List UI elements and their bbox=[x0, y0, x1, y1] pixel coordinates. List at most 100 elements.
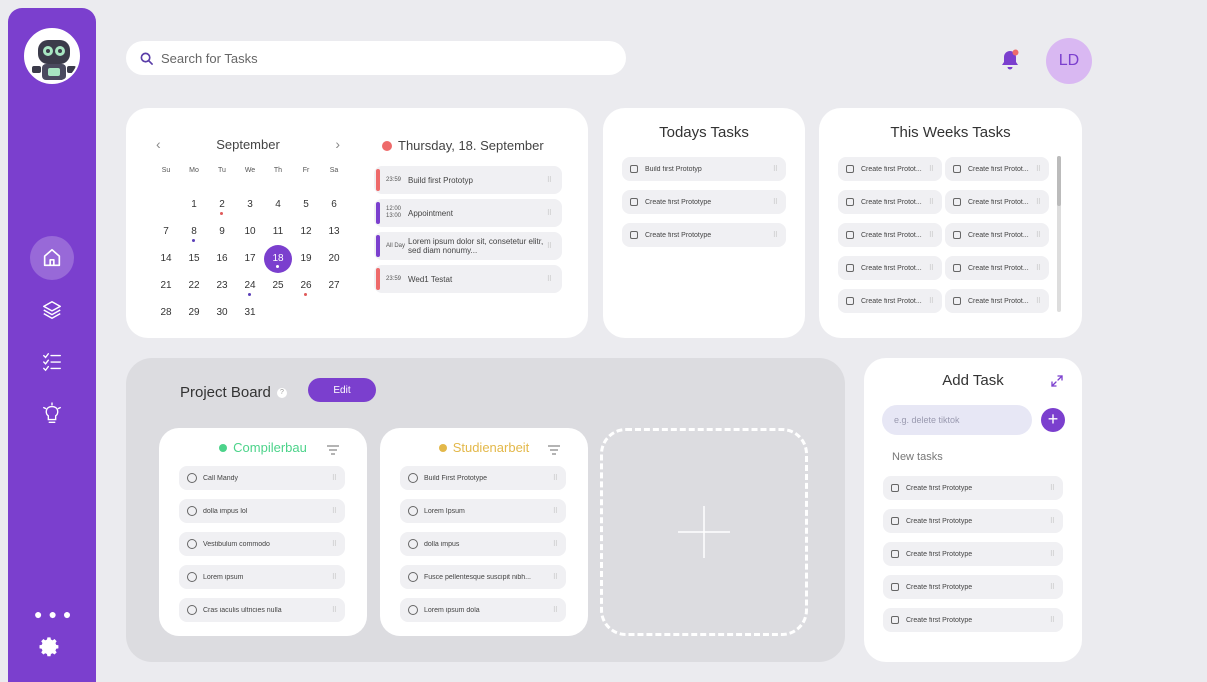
gear-icon[interactable] bbox=[38, 636, 64, 662]
grip-icon[interactable]: ⠿ bbox=[332, 540, 337, 548]
new-task-item[interactable]: Create first Prototype ⠿ bbox=[883, 575, 1063, 599]
checkbox[interactable] bbox=[891, 616, 899, 624]
checkbox[interactable] bbox=[630, 165, 638, 173]
calendar-day[interactable]: 11 bbox=[264, 218, 292, 245]
radio-circle[interactable] bbox=[408, 473, 418, 483]
calendar-day[interactable]: 12 bbox=[292, 218, 320, 245]
calendar-day[interactable]: 8 bbox=[180, 218, 208, 245]
calendar-day[interactable]: 24 bbox=[236, 272, 264, 299]
nav-home[interactable] bbox=[30, 236, 74, 280]
expand-icon[interactable] bbox=[1050, 374, 1064, 388]
weeks-task-item[interactable]: Create first Protot... ⠿ bbox=[838, 190, 942, 214]
grip-icon[interactable]: ⠿ bbox=[1050, 583, 1055, 591]
checkbox[interactable] bbox=[630, 198, 638, 206]
agenda-item[interactable]: 23:59 Wed1 Testat ⠿ bbox=[374, 265, 562, 293]
grip-icon[interactable]: ⠿ bbox=[553, 540, 558, 548]
calendar-day[interactable]: 23 bbox=[208, 272, 236, 299]
board-task-item[interactable]: Lorem ipsum dola ⠿ bbox=[400, 598, 566, 622]
radio-circle[interactable] bbox=[187, 506, 197, 516]
board-task-item[interactable]: Cras iaculis ultricies nulla ⠿ bbox=[179, 598, 345, 622]
filter-icon[interactable] bbox=[327, 443, 339, 455]
calendar-day[interactable]: 27 bbox=[320, 272, 348, 299]
weeks-task-item[interactable]: Create first Protot... ⠿ bbox=[838, 223, 942, 247]
calendar-day[interactable]: 22 bbox=[180, 272, 208, 299]
calendar-day[interactable]: 29 bbox=[180, 299, 208, 326]
radio-circle[interactable] bbox=[187, 473, 197, 483]
grip-icon[interactable]: ⠿ bbox=[1036, 297, 1041, 305]
calendar-day[interactable]: 9 bbox=[208, 218, 236, 245]
grip-icon[interactable]: ⠿ bbox=[1036, 165, 1041, 173]
weeks-task-item[interactable]: Create first Protot... ⠿ bbox=[838, 256, 942, 280]
nav-tasks[interactable] bbox=[30, 340, 74, 384]
checkbox[interactable] bbox=[953, 264, 961, 272]
board-task-item[interactable]: Lorem ipsum ⠿ bbox=[179, 565, 345, 589]
calendar-day[interactable]: 28 bbox=[152, 299, 180, 326]
add-column-button[interactable] bbox=[600, 428, 808, 636]
grip-icon[interactable]: ⠿ bbox=[1036, 231, 1041, 239]
grip-icon[interactable]: ⠿ bbox=[553, 474, 558, 482]
calendar-day[interactable]: 10 bbox=[236, 218, 264, 245]
todays-task-item[interactable]: Create first Prototype ⠿ bbox=[622, 190, 786, 214]
calendar-day[interactable]: 25 bbox=[264, 272, 292, 299]
board-task-item[interactable]: Build First Prototype ⠿ bbox=[400, 466, 566, 490]
grip-icon[interactable]: ⠿ bbox=[1036, 264, 1041, 272]
weeks-task-item[interactable]: Create first Protot... ⠿ bbox=[945, 223, 1049, 247]
weeks-task-item[interactable]: Create first Protot... ⠿ bbox=[945, 289, 1049, 313]
checkbox[interactable] bbox=[846, 231, 854, 239]
more-dots-icon[interactable]: ●●● bbox=[34, 606, 77, 622]
board-task-item[interactable]: Call Mandy ⠿ bbox=[179, 466, 345, 490]
calendar-day[interactable]: 13 bbox=[320, 218, 348, 245]
calendar-day[interactable]: 15 bbox=[180, 245, 208, 272]
grip-icon[interactable]: ⠿ bbox=[332, 606, 337, 614]
grip-icon[interactable]: ⠿ bbox=[929, 231, 934, 239]
search-bar[interactable] bbox=[126, 41, 626, 75]
weeks-task-item[interactable]: Create first Protot... ⠿ bbox=[945, 157, 1049, 181]
grip-icon[interactable]: ⠿ bbox=[553, 606, 558, 614]
grip-icon[interactable]: ⠿ bbox=[332, 507, 337, 515]
grip-icon[interactable]: ⠿ bbox=[929, 165, 934, 173]
agenda-item[interactable]: All Day Lorem ipsum dolor sit, consetetur… bbox=[374, 232, 562, 260]
checkbox[interactable] bbox=[846, 264, 854, 272]
weeks-task-item[interactable]: Create first Protot... ⠿ bbox=[838, 157, 942, 181]
grip-icon[interactable]: ⠿ bbox=[553, 507, 558, 515]
grip-icon[interactable]: ⠿ bbox=[1050, 517, 1055, 525]
grip-icon[interactable]: ⠿ bbox=[547, 275, 552, 283]
calendar-day[interactable]: 20 bbox=[320, 245, 348, 272]
prev-month-button[interactable]: ‹ bbox=[156, 136, 161, 152]
nav-ideas[interactable] bbox=[30, 392, 74, 436]
calendar-day[interactable]: 21 bbox=[152, 272, 180, 299]
todays-task-item[interactable]: Create first Prototype ⠿ bbox=[622, 223, 786, 247]
checkbox[interactable] bbox=[953, 297, 961, 305]
weeks-task-item[interactable]: Create first Protot... ⠿ bbox=[945, 190, 1049, 214]
grip-icon[interactable]: ⠿ bbox=[929, 264, 934, 272]
bell-icon[interactable] bbox=[998, 48, 1022, 72]
grip-icon[interactable]: ⠿ bbox=[773, 231, 778, 239]
checkbox[interactable] bbox=[953, 198, 961, 206]
board-task-item[interactable]: Vestibulum commodo ⠿ bbox=[179, 532, 345, 556]
grip-icon[interactable]: ⠿ bbox=[547, 176, 552, 184]
calendar-day[interactable]: 5 bbox=[292, 191, 320, 218]
checkbox[interactable] bbox=[891, 550, 899, 558]
calendar-day[interactable]: 30 bbox=[208, 299, 236, 326]
new-task-item[interactable]: Create first Prototype ⠿ bbox=[883, 509, 1063, 533]
help-icon[interactable]: ? bbox=[276, 387, 287, 398]
checkbox[interactable] bbox=[953, 231, 961, 239]
agenda-item[interactable]: 23:59 Build first Prototyp ⠿ bbox=[374, 166, 562, 194]
checkbox[interactable] bbox=[846, 198, 854, 206]
calendar-day[interactable]: 4 bbox=[264, 191, 292, 218]
calendar-day[interactable]: 26 bbox=[292, 272, 320, 299]
calendar-day[interactable]: 2 bbox=[208, 191, 236, 218]
grip-icon[interactable]: ⠿ bbox=[1050, 550, 1055, 558]
new-task-item[interactable]: Create first Prototype ⠿ bbox=[883, 608, 1063, 632]
checkbox[interactable] bbox=[953, 165, 961, 173]
radio-circle[interactable] bbox=[187, 572, 197, 582]
robot-logo-icon[interactable] bbox=[24, 28, 80, 84]
edit-button[interactable]: Edit bbox=[308, 378, 376, 402]
weeks-task-item[interactable]: Create first Protot... ⠿ bbox=[945, 256, 1049, 280]
calendar-day[interactable]: 6 bbox=[320, 191, 348, 218]
calendar-day[interactable]: 1 bbox=[180, 191, 208, 218]
board-task-item[interactable]: Lorem Ipsum ⠿ bbox=[400, 499, 566, 523]
grip-icon[interactable]: ⠿ bbox=[1050, 484, 1055, 492]
grip-icon[interactable]: ⠿ bbox=[1050, 616, 1055, 624]
calendar-day[interactable]: 3 bbox=[236, 191, 264, 218]
